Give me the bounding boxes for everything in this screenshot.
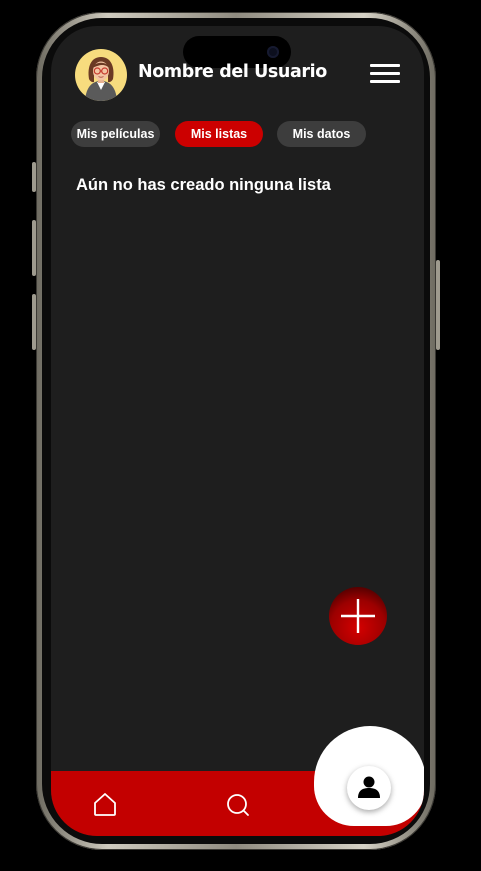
nav-search-button[interactable]	[224, 791, 252, 819]
volume-up-button	[32, 220, 36, 276]
action-button	[32, 162, 36, 192]
nav-home-button[interactable]	[91, 790, 119, 818]
hamburger-menu-icon[interactable]	[370, 64, 400, 84]
empty-lists-message: Aún no has creado ninguna lista	[76, 176, 331, 194]
avatar[interactable]	[75, 49, 127, 101]
nav-profile-button[interactable]	[347, 766, 391, 810]
user-name: Nombre del Usuario	[138, 62, 327, 82]
add-list-button[interactable]	[329, 587, 387, 645]
volume-down-button	[32, 294, 36, 350]
search-icon	[227, 794, 249, 816]
front-camera	[267, 46, 279, 58]
tab-mis-datos[interactable]: Mis datos	[277, 121, 366, 147]
home-icon	[94, 793, 116, 816]
user-avatar-icon	[85, 57, 117, 101]
tab-mis-listas[interactable]: Mis listas	[175, 121, 263, 147]
user-icon	[358, 776, 380, 798]
power-button	[436, 260, 440, 350]
plus-icon	[341, 599, 375, 633]
app-screen: Nombre del Usuario Mis películas Mis lis…	[51, 26, 424, 836]
tab-mis-peliculas[interactable]: Mis películas	[71, 121, 160, 147]
